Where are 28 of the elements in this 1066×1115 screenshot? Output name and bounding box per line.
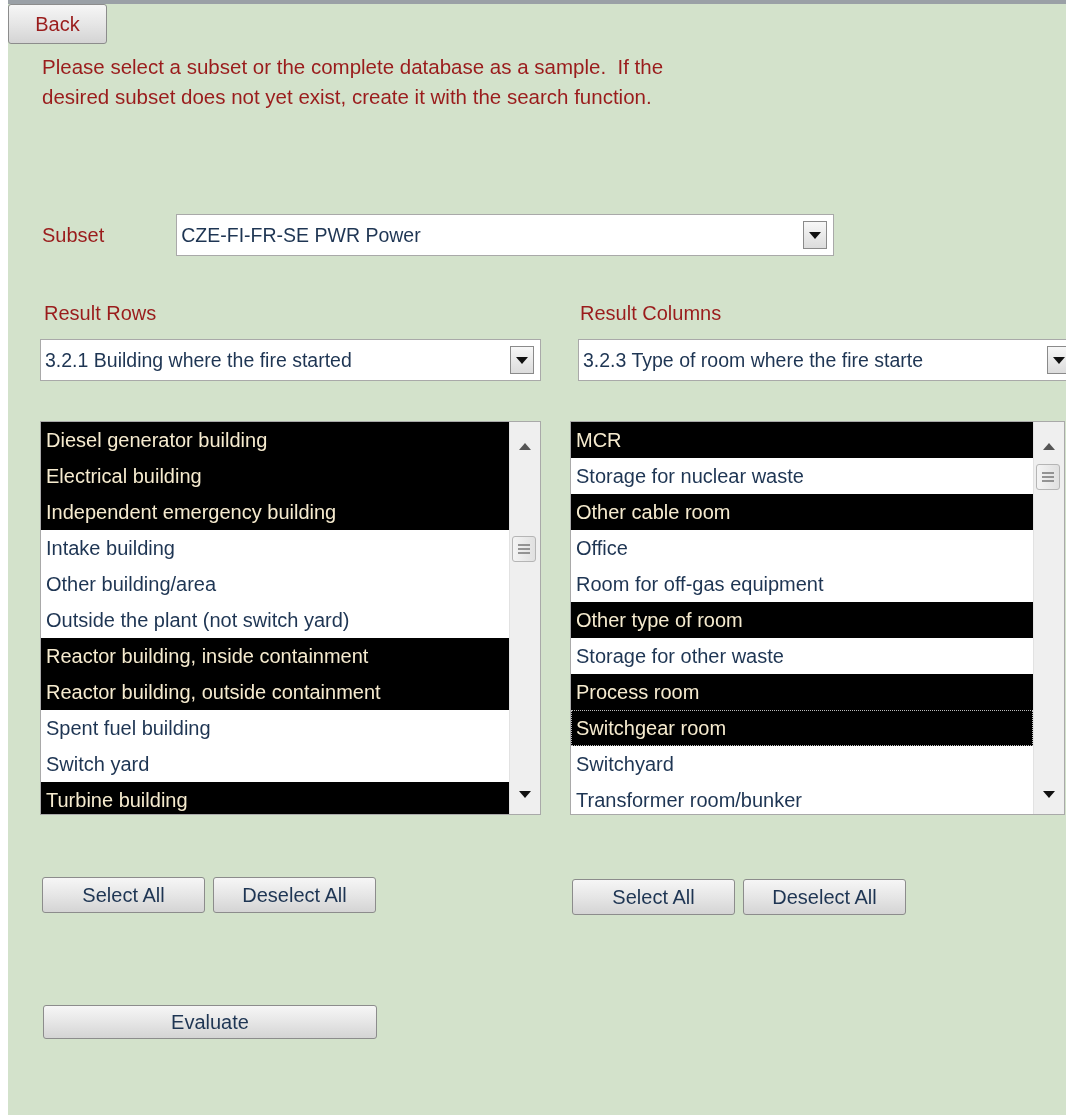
dropdown-field[interactable]: CZE-FI-FR-SE PWR Power [176,214,835,256]
select-all-button[interactable]: Select All [42,877,205,913]
list-item[interactable]: MCR [571,422,1033,458]
dropdown-value: 3.2.3 Type of room where the fire starte [582,347,924,373]
subset-label: Subset [42,223,105,247]
dropdown-field[interactable]: 3.2.1 Building where the fire started [40,339,541,381]
back-button[interactable]: Back [8,4,107,44]
list-box[interactable]: MCR Storage for nuclear waste Other cable room Office Room for off-gas equipment Other type of room Storage for other waste Process room Switchgear room Switchyard Transformer room/bunker [570,421,1065,815]
section-label: Result Rows [44,302,158,325]
instructions-text: Please select a subset or the complete database as a sample. If the desired subset does not yet exist, create it with the search function. [42,54,665,110]
list-item[interactable]: Reactor building, outside containment [41,674,509,710]
list-item[interactable]: Reactor building, inside containment [41,638,509,674]
list-item[interactable]: Process room [571,674,1033,710]
dropdown-value: 3.2.1 Building where the fire started [44,347,353,373]
list-item[interactable]: Switchgear room [571,710,1033,746]
list-item[interactable]: Diesel generator building [41,422,509,458]
deselect-all-button[interactable]: Deselect All [213,877,376,913]
evaluate-button[interactable]: Evaluate [43,1005,377,1039]
list-item[interactable]: Electrical building [41,458,509,494]
list-item[interactable]: Other type of room [571,602,1033,638]
section-label: Result Columns [580,302,723,325]
dropdown-value: CZE-FI-FR-SE PWR Power [180,222,422,248]
deselect-all-button[interactable]: Deselect All [743,879,906,915]
dropdown-field[interactable]: 3.2.3 Type of room where the fire starte [578,339,1066,381]
select-all-button[interactable]: Select All [572,879,735,915]
list-item[interactable]: Independent emergency building [41,494,509,530]
list-item[interactable]: Turbine building [41,782,509,814]
list-item[interactable]: Other cable room [571,494,1033,530]
